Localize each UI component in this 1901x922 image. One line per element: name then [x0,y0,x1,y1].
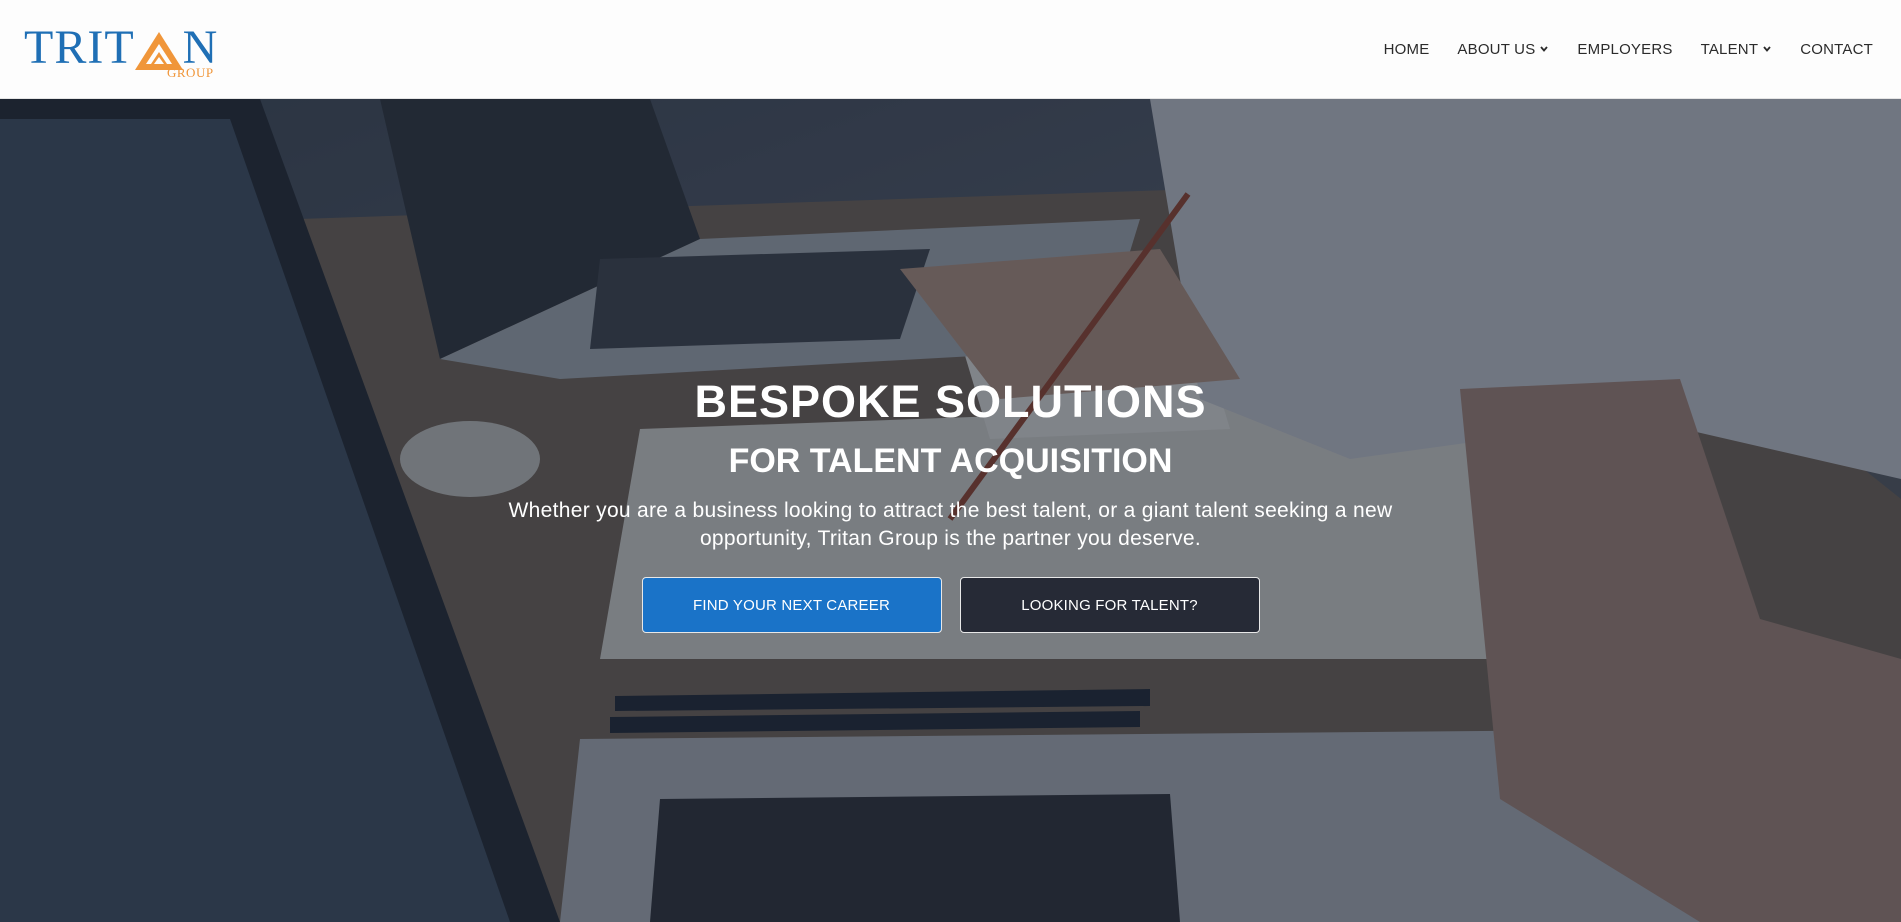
logo-subtitle: GROUP [167,65,214,80]
chevron-down-icon [1763,46,1771,52]
nav-item-label: TALENT [1700,40,1759,58]
nav-item-about-us[interactable]: ABOUT US [1443,41,1563,58]
nav-item-employers[interactable]: EMPLOYERS [1563,41,1686,58]
hero-content: BESPOKE SOLUTIONS FOR TALENT ACQUISITION… [0,99,1901,922]
logo-text-left: TRIT [24,21,135,74]
nav-item-label: ABOUT US [1457,40,1536,58]
nav-item-talent[interactable]: TALENT [1687,41,1787,58]
tritan-logo[interactable]: TRIT N GROUP [24,18,224,81]
nav-item-label: HOME [1383,40,1430,58]
nav-item-contact[interactable]: CONTACT [1786,41,1873,58]
find-your-next-career-button[interactable]: FIND YOUR NEXT CAREER [641,577,942,633]
hero-subtitle: FOR TALENT ACQUISITION [728,442,1173,480]
hero-description: Whether you are a business looking to at… [508,499,1393,550]
nav-item-label: EMPLOYERS [1577,40,1673,58]
hero-section: BESPOKE SOLUTIONS FOR TALENT ACQUISITION… [0,99,1901,922]
nav-item-home[interactable]: HOME [1370,41,1444,58]
site-header: TRIT N GROUP HOME ABOUT US EMPLOYERS TAL… [0,0,1901,99]
hero-title: BESPOKE SOLUTIONS [694,376,1207,427]
main-nav: HOME ABOUT US EMPLOYERS TALENT CONTACT [1370,41,1873,58]
looking-for-talent-button[interactable]: LOOKING FOR TALENT? [959,577,1260,633]
nav-item-label: CONTACT [1800,40,1873,58]
chevron-down-icon [1540,46,1549,52]
hero-button-row: FIND YOUR NEXT CAREER LOOKING FOR TALENT… [641,577,1260,633]
